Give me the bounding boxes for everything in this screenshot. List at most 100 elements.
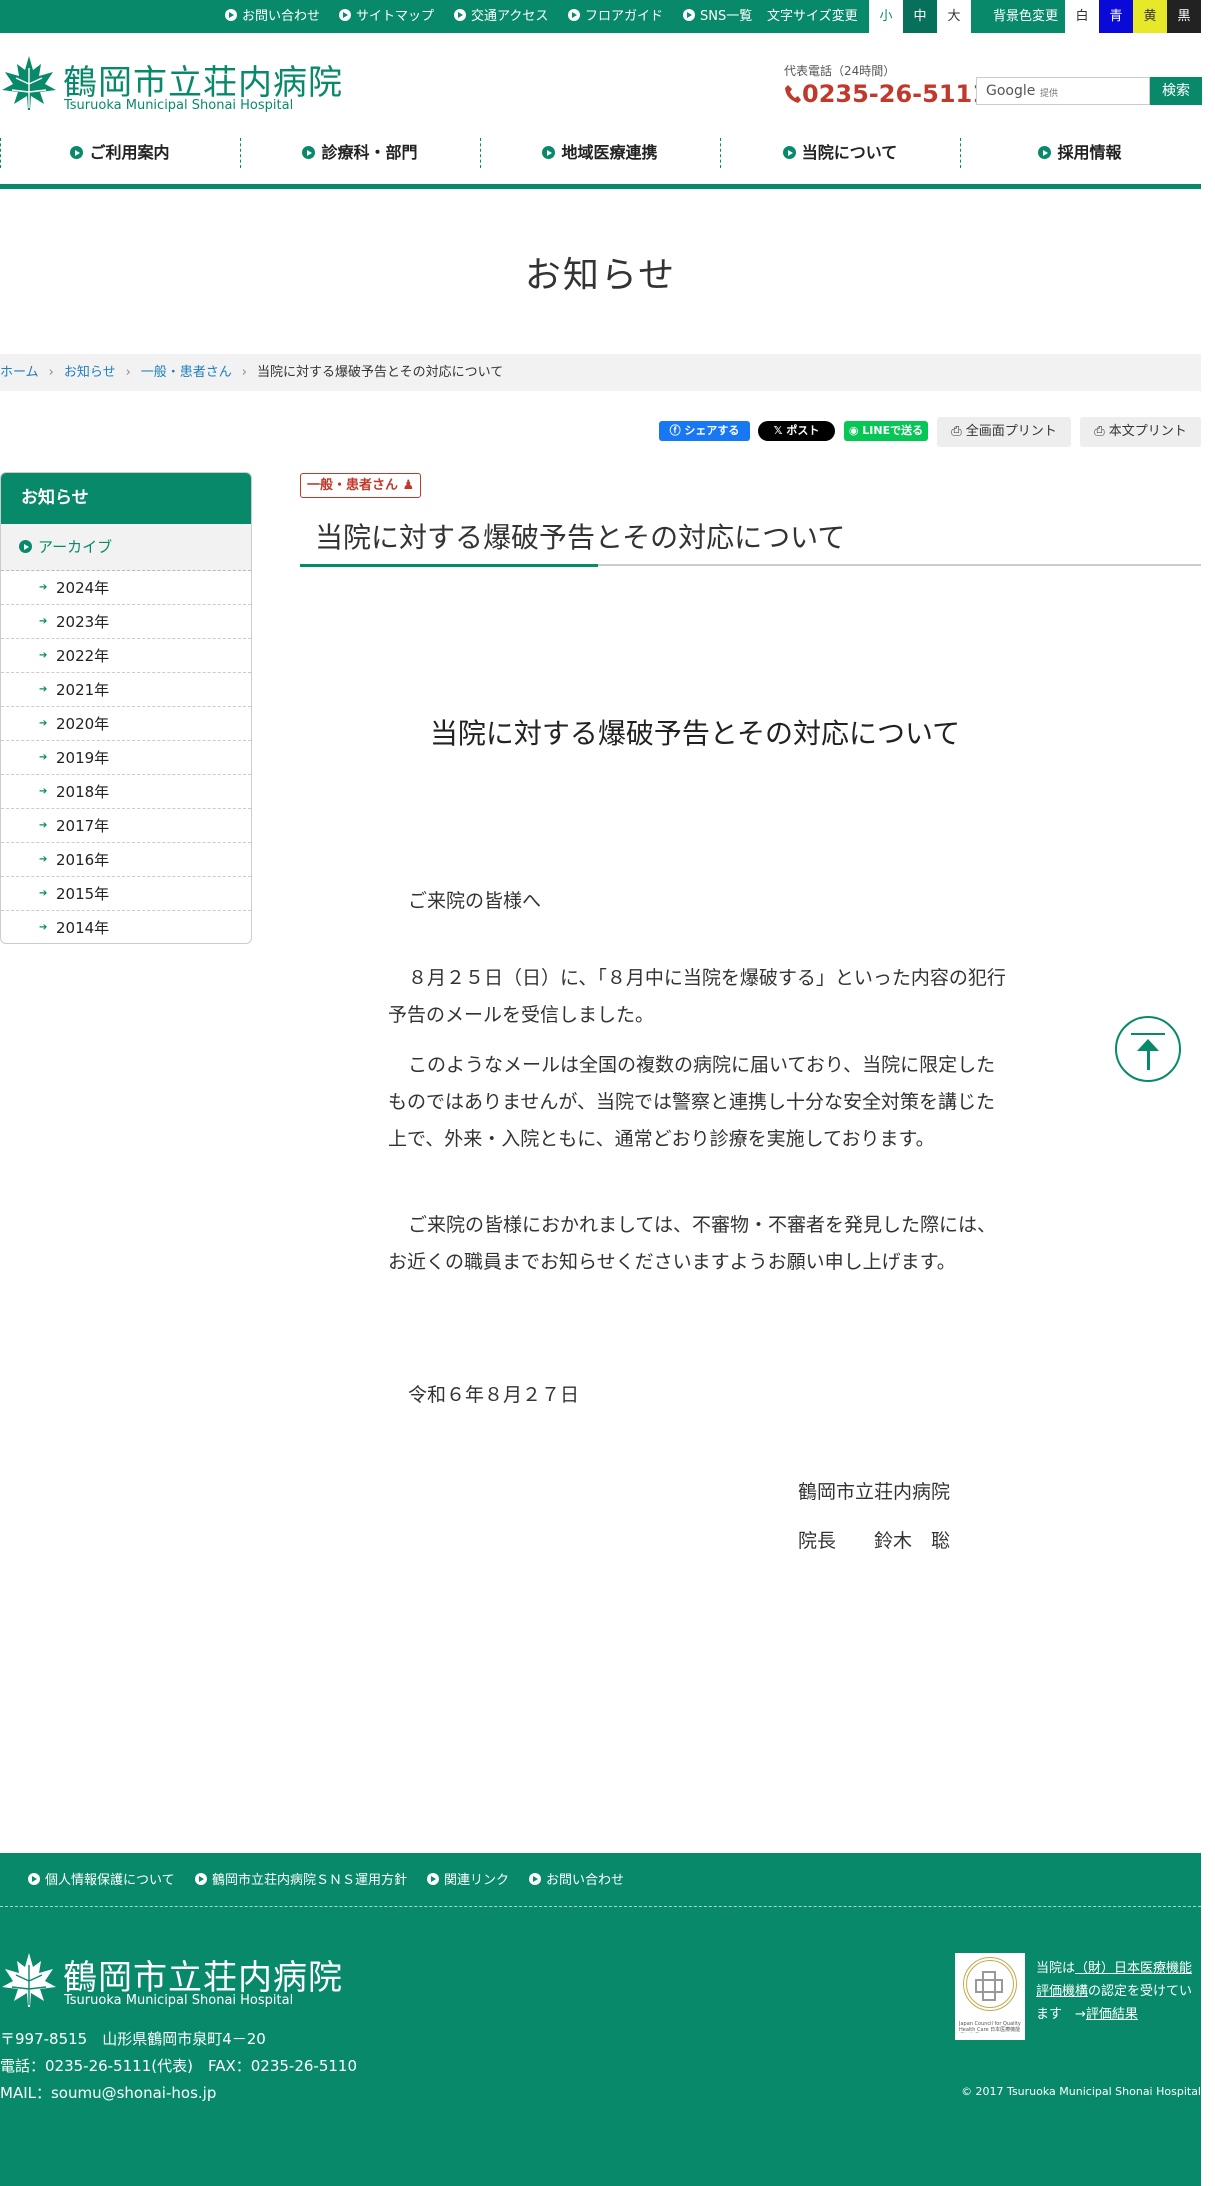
copyright: © 2017 Tsuruoka Municipal Shonai Hospita… [961,2085,1201,2098]
article-greeting: ご来院の皆様へ [408,890,542,912]
footer-tel: 電話：0235-26-5111(代表) FAX：0235-26-5110 [0,2057,358,2075]
print-all-button[interactable]: ⎙ 全画面プリント [937,417,1071,447]
article-paragraph: ご来院の皆様におかれましては、不審物・不審者を発見した際には、お近くの職員までお… [388,1214,997,1273]
sidebar-archive-toggle[interactable]: アーカイブ [1,524,251,571]
sidebar-title: お知らせ [1,473,251,524]
breadcrumb-current: 当院に対する爆破予告とその対応について [257,365,504,380]
circle-arrow-icon [529,1873,541,1885]
person-icon: ♟ [402,478,415,493]
circle-arrow-icon [339,9,351,21]
maple-leaf-logo-icon [2,1953,56,2007]
sidebar-item-year[interactable]: ➔ 2024年 [1,571,251,605]
bg-blue-button[interactable]: 青 [1099,0,1133,33]
title-underline-accent [300,564,598,567]
nav-item-about[interactable]: 当院について [720,132,960,174]
cert-org-link[interactable]: （財）日本医療機能 [1075,1961,1192,1976]
site-logo[interactable]: 鶴岡市立荘内病院 Tsuruoka Municipal Shonai Hospi… [0,52,350,118]
footer-link-related[interactable]: 関連リンク [427,1869,509,1888]
floorguide-link[interactable]: フロアガイド [568,0,663,33]
circle-arrow-icon [1038,146,1052,159]
sidebar-item-year[interactable]: ➔ 2017年 [1,809,251,843]
circle-arrow-icon [28,1873,40,1885]
sidebar-item-year[interactable]: ➔ 2020年 [1,707,251,741]
circle-arrow-icon [782,146,796,159]
print-body-button[interactable]: ⎙ 本文プリント [1080,417,1201,447]
back-to-top-button[interactable] [1115,1016,1181,1082]
sidebar-item-year[interactable]: ➔ 2022年 [1,639,251,673]
circle-arrow-icon [302,146,316,159]
global-nav: ご利用案内 診療科・部門 地域医療連携 当院について 採用情報 [0,132,1201,174]
sns-link[interactable]: SNS一覧 [683,0,752,33]
bg-black-button[interactable]: 黒 [1167,0,1201,33]
sidebar-item-year[interactable]: ➔ 2023年 [1,605,251,639]
access-link[interactable]: 交通アクセス [454,0,548,33]
bg-color-label: 背景色変更 [993,9,1059,24]
article-title: 当院に対する爆破予告とその対応について [315,521,846,554]
footer: 個人情報保護について 鶴岡市立荘内病院ＳＮＳ運用方針 関連リンク お問い合わせ … [0,1853,1201,2186]
arrow-right-icon: ➔ [39,752,48,763]
circle-arrow-icon [568,9,580,21]
phone-icon [785,85,801,103]
nav-item-recruit[interactable]: 採用情報 [960,132,1200,174]
sitemap-link[interactable]: サイトマップ [339,0,434,33]
arrow-right-icon: ➔ [39,922,48,933]
footer-link-contact[interactable]: お問い合わせ [529,1869,624,1888]
circle-arrow-icon [70,146,84,159]
cert-line-1: 当院は（財）日本医療機能 [1036,1961,1193,1976]
circle-arrow-icon [542,146,556,159]
cert-org-link[interactable]: 評価機構 [1036,1984,1088,1999]
search-input[interactable]: Google 提供 [976,77,1150,105]
font-size-medium-button[interactable]: 中 [903,0,937,33]
breadcrumb-news[interactable]: お知らせ [64,365,116,380]
font-size-label: 文字サイズ変更 [767,9,858,24]
google-provided-label: 提供 [1040,89,1059,99]
article-paragraph: ８月２５日（日）に、「８月中に当院を爆破する」といった内容の犯行予告のメールを受… [388,967,1006,1026]
footer-hospital-name-en: Tsuruoka Municipal Shonai Hospital [64,1993,294,2008]
footer-divider [0,1906,1201,1907]
signature-name: 院長 鈴木 聡 [798,1530,951,1552]
arrow-right-icon: ➔ [39,786,48,797]
arrow-right-icon: ➔ [39,888,48,899]
maple-leaf-logo-icon [2,56,56,110]
arrow-right-icon: ➔ [39,582,48,593]
line-share-button[interactable]: ◉ LINEで送る [844,421,928,441]
footer-link-sns-policy[interactable]: 鶴岡市立荘内病院ＳＮＳ運用方針 [195,1869,407,1888]
x-logo-icon: 𝕏 [773,424,787,437]
circle-arrow-icon [427,1873,439,1885]
bg-yellow-button[interactable]: 黄 [1133,0,1167,33]
contact-link[interactable]: お問い合わせ [225,0,320,33]
breadcrumb-category[interactable]: 一般・患者さん [141,365,232,380]
search-button[interactable]: 検索 [1150,77,1202,105]
circle-arrow-icon [683,9,695,21]
font-size-small-button[interactable]: 小 [869,0,903,33]
phone-label: 代表電話（24時間） [784,64,896,78]
arrow-right-icon: ➔ [39,820,48,831]
breadcrumb-home[interactable]: ホーム [0,365,39,380]
top-utility-bar: お問い合わせ サイトマップ 交通アクセス フロアガイド SNS一覧 文字サイズ変… [0,0,1201,33]
bg-white-button[interactable]: 白 [1065,0,1099,33]
sidebar-item-year[interactable]: ➔ 2021年 [1,673,251,707]
chevron-right-icon: › [125,365,131,380]
circle-arrow-icon [454,9,466,21]
circle-arrow-icon [195,1873,207,1885]
google-brand-label: Google [986,83,1036,99]
cert-result-link[interactable]: 評価結果 [1086,2007,1138,2022]
nav-item-departments[interactable]: 診療科・部門 [240,132,480,174]
sidebar-item-year[interactable]: ➔ 2015年 [1,877,251,911]
font-size-large-button[interactable]: 大 [937,0,971,33]
category-badge[interactable]: 一般・患者さん ♟ [300,473,422,498]
x-post-button[interactable]: 𝕏 ポスト [758,421,835,441]
circle-arrow-icon [225,9,237,21]
nav-item-guide[interactable]: ご利用案内 [0,132,240,174]
footer-mail: MAIL：soumu@shonai-hos.jp [0,2084,217,2102]
footer-link-privacy[interactable]: 個人情報保護について [28,1869,175,1888]
sidebar-item-year[interactable]: ➔ 2018年 [1,775,251,809]
arrow-right-icon: ➔ [39,718,48,729]
sidebar-item-year[interactable]: ➔ 2019年 [1,741,251,775]
sidebar-item-year[interactable]: ➔ 2016年 [1,843,251,877]
nav-item-regional[interactable]: 地域医療連携 [480,132,720,174]
page-title: お知らせ [524,255,677,296]
facebook-share-button[interactable]: ⓕ シェアする [659,421,750,441]
sidebar-item-year[interactable]: ➔ 2014年 [1,911,251,943]
phone-number: 0235-26-5111 [784,80,989,108]
